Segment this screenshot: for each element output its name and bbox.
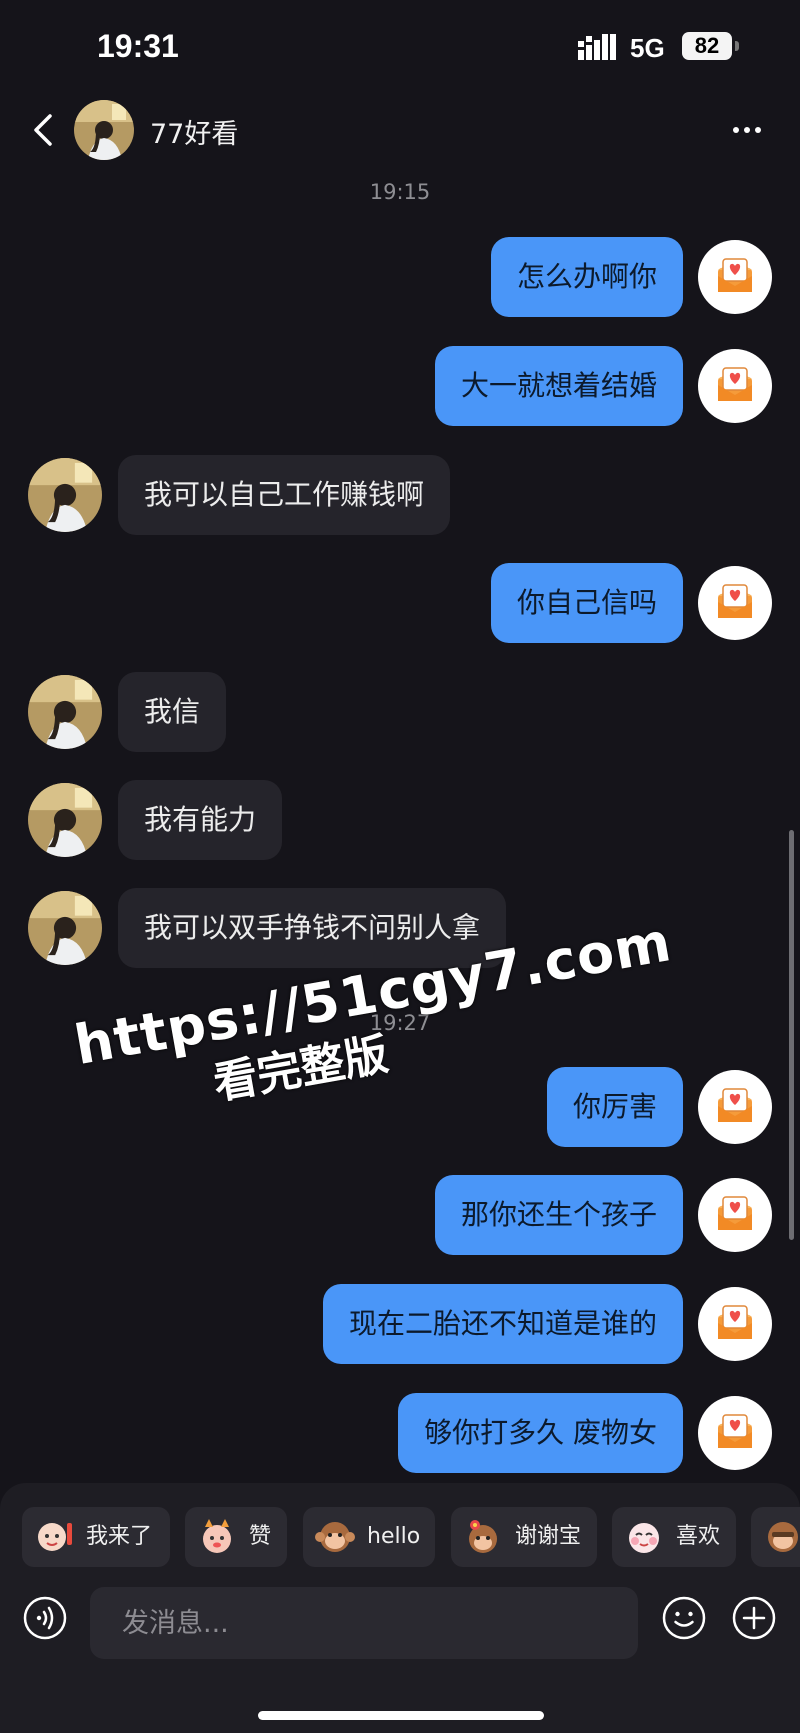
avatar-photo-icon <box>74 100 134 160</box>
love-letter-icon <box>718 258 752 292</box>
message-row-outgoing: 大一就想着结婚 <box>0 346 800 426</box>
contact-name[interactable]: 77好看 <box>150 112 238 151</box>
message-row-incoming: 我有能力 <box>0 780 800 860</box>
quick-reply-label: 谢谢宝 <box>515 1524 582 1549</box>
quick-reply-chip[interactable]: 赞 <box>185 1507 287 1567</box>
battery-icon: 82 <box>682 32 732 60</box>
plus-icon[interactable] <box>731 1595 777 1641</box>
signal-icon <box>578 34 616 60</box>
message-timestamp: 19:27 <box>369 1011 431 1035</box>
scrollbar[interactable] <box>789 830 794 1240</box>
monkey-flower-icon <box>469 1520 497 1553</box>
message-bubble-incoming[interactable]: 我可以自己工作赚钱啊 <box>118 455 451 535</box>
avatar-photo-icon <box>28 675 102 749</box>
message-bubble-outgoing[interactable]: 大一就想着结婚 <box>434 346 683 426</box>
love-letter-icon <box>718 1305 752 1339</box>
my-avatar[interactable] <box>698 1178 772 1252</box>
quick-reply-label: 赞 <box>249 1524 272 1549</box>
home-indicator <box>258 1711 544 1720</box>
contact-message-avatar[interactable] <box>28 783 102 857</box>
quick-reply-chip[interactable]: 谢谢宝 <box>451 1507 597 1567</box>
contact-message-avatar[interactable] <box>28 458 102 532</box>
love-letter-icon <box>718 584 752 618</box>
message-row-outgoing: 够你打多久 废物女 <box>0 1393 800 1473</box>
more-options-icon[interactable] <box>727 112 767 148</box>
monkey-icon <box>768 1522 798 1552</box>
quick-reply-chip[interactable]: 喜欢 <box>612 1507 736 1567</box>
contact-message-avatar[interactable] <box>28 675 102 749</box>
emoji-icon[interactable] <box>661 1595 707 1641</box>
message-bubble-outgoing[interactable]: 怎么办啊你 <box>490 237 683 317</box>
message-bubble-outgoing[interactable]: 现在二胎还不知道是谁的 <box>322 1284 683 1364</box>
my-avatar[interactable] <box>698 240 772 314</box>
my-avatar[interactable] <box>698 566 772 640</box>
my-avatar[interactable] <box>698 1287 772 1361</box>
avatar-photo-icon <box>28 458 102 532</box>
monkey-hello-icon <box>315 1522 355 1552</box>
avatar-photo-icon <box>28 783 102 857</box>
message-bubble-incoming[interactable]: 我可以双手挣钱不问别人拿 <box>118 888 507 968</box>
avatar-photo-icon <box>28 891 102 965</box>
message-timestamp: 19:15 <box>369 180 431 204</box>
network-type: 5G <box>630 33 665 63</box>
message-bubble-incoming[interactable]: 我有能力 <box>118 780 283 860</box>
composer-panel: 我来了 赞 hello 谢谢宝 喜欢 <box>0 1483 800 1733</box>
message-row-incoming: 我可以双手挣钱不问别人拿 <box>0 888 800 968</box>
quick-reply-chip-partial[interactable] <box>751 1507 800 1567</box>
contact-message-avatar[interactable] <box>28 891 102 965</box>
message-input[interactable] <box>90 1587 638 1659</box>
message-bubble-outgoing[interactable]: 你厉害 <box>546 1067 683 1147</box>
love-letter-icon <box>718 1414 752 1448</box>
my-avatar[interactable] <box>698 1070 772 1144</box>
battery-level: 82 <box>694 33 720 58</box>
contact-avatar[interactable] <box>74 100 134 160</box>
love-letter-icon <box>718 1196 752 1230</box>
message-row-outgoing: 现在二胎还不知道是谁的 <box>0 1284 800 1364</box>
message-row-incoming: 我信 <box>0 672 800 752</box>
back-arrow-icon[interactable] <box>26 110 60 150</box>
thumbs-up-character-icon <box>203 1519 231 1553</box>
my-avatar[interactable] <box>698 1396 772 1470</box>
quick-reply-label: 我来了 <box>86 1524 153 1549</box>
message-row-incoming: 我可以自己工作赚钱啊 <box>0 455 800 535</box>
battery-tip <box>735 41 739 51</box>
message-row-outgoing: 你自己信吗 <box>0 563 800 643</box>
love-letter-icon <box>718 367 752 401</box>
status-time: 19:31 <box>97 28 179 64</box>
love-letter-icon <box>718 1088 752 1122</box>
message-bubble-outgoing[interactable]: 那你还生个孩子 <box>434 1175 683 1255</box>
quick-reply-label: hello <box>367 1524 421 1549</box>
blushing-character-icon <box>629 1523 659 1553</box>
quick-reply-label: 喜欢 <box>676 1524 721 1549</box>
status-bar: 19:31 5G 82 <box>0 0 800 92</box>
message-bubble-outgoing[interactable]: 你自己信吗 <box>490 563 683 643</box>
message-bubble-incoming[interactable]: 我信 <box>118 672 227 752</box>
quick-reply-chip[interactable]: 我来了 <box>22 1507 170 1567</box>
my-avatar[interactable] <box>698 349 772 423</box>
message-row-outgoing: 怎么办啊你 <box>0 237 800 317</box>
message-row-outgoing: 那你还生个孩子 <box>0 1175 800 1255</box>
message-row-outgoing: 你厉害 <box>0 1067 800 1147</box>
message-bubble-outgoing[interactable]: 够你打多久 废物女 <box>398 1393 683 1473</box>
chat-header: 77好看 <box>0 92 800 168</box>
quick-reply-chip[interactable]: hello <box>303 1507 435 1567</box>
waving-character-icon <box>38 1523 72 1551</box>
voice-input-icon[interactable] <box>22 1595 68 1641</box>
